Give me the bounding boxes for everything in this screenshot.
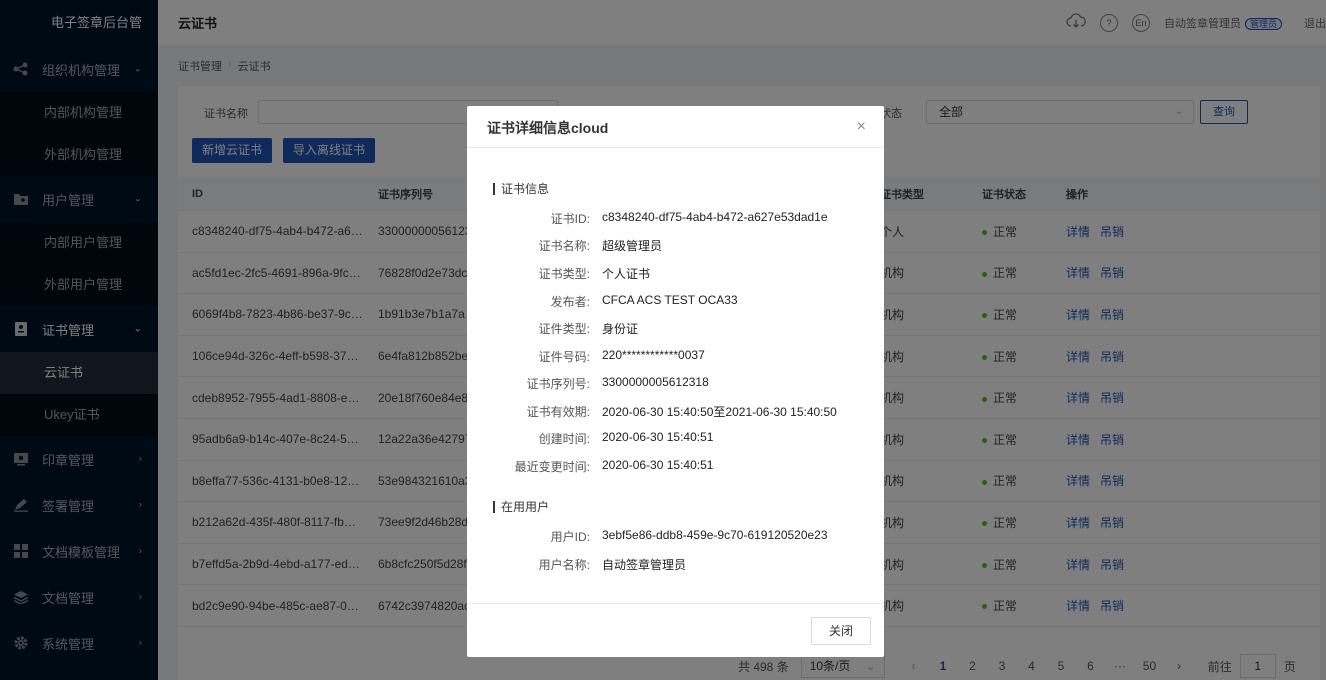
cert-field: 证书ID: c8348240-df75-4ab4-b472-a627e53dad1… <box>467 210 884 230</box>
user-field: 用户名称: 自动签章管理员 <box>467 556 884 576</box>
field-label: 证书ID: <box>550 212 590 226</box>
cert-field: 证书名称: 超级管理员 <box>467 237 884 257</box>
field-value: 3300000005612318 <box>602 375 709 389</box>
field-label: 证书类型: <box>538 267 590 281</box>
field-value: 超级管理员 <box>602 239 663 253</box>
field-label: 创建时间: <box>538 432 590 446</box>
user-field: 用户ID: 3ebf5e86-ddb8-459e-9c70-619120520e2… <box>467 528 884 548</box>
field-value: 3ebf5e86-ddb8-459e-9c70-619120520e23 <box>602 528 828 542</box>
section-user-info: 在用用户 <box>493 501 549 513</box>
cert-field: 发布者: CFCA ACS TEST OCA33 <box>467 293 884 313</box>
field-label: 用户名称: <box>538 558 590 572</box>
dialog-header: 证书详细信息cloud × <box>467 106 884 148</box>
section-cert-info: 证书信息 <box>493 183 549 195</box>
cert-detail-dialog: 证书详细信息cloud × 证书信息证书ID: c8348240-df75-4ab… <box>467 106 884 657</box>
field-value: c8348240-df75-4ab4-b472-a627e53dad1e <box>602 210 828 224</box>
close-icon[interactable]: × <box>857 119 866 135</box>
field-label: 证件类型: <box>538 322 590 336</box>
field-value: CFCA ACS TEST OCA33 <box>602 293 738 307</box>
field-value: 自动签章管理员 <box>602 558 687 572</box>
field-value: 身份证 <box>602 322 639 336</box>
field-label: 最近变更时间: <box>514 460 590 474</box>
dialog-title: 证书详细信息cloud <box>487 120 609 136</box>
close-button[interactable]: 关闭 <box>811 617 871 645</box>
field-value: 个人证书 <box>602 267 651 281</box>
field-value: 2020-06-30 15:40:50至2021-06-30 15:40:50 <box>602 405 837 419</box>
cert-field: 证件类型: 身份证 <box>467 320 884 340</box>
field-value: 220************0037 <box>602 348 705 362</box>
field-label: 证书名称: <box>538 239 590 253</box>
cert-field: 证书有效期: 2020-06-30 15:40:50至2021-06-30 15:… <box>467 403 884 423</box>
field-label: 证件号码: <box>538 350 590 364</box>
cert-field: 最近变更时间: 2020-06-30 15:40:51 <box>467 458 884 478</box>
field-label: 发布者: <box>550 295 590 309</box>
field-value: 2020-06-30 15:40:51 <box>602 458 714 472</box>
cert-field: 证书序列号: 3300000005612318 <box>467 375 884 395</box>
field-label: 证书有效期: <box>526 405 590 419</box>
cert-field: 证件号码: 220************0037 <box>467 348 884 368</box>
cert-field: 创建时间: 2020-06-30 15:40:51 <box>467 430 884 450</box>
field-label: 证书序列号: <box>526 377 590 391</box>
field-value: 2020-06-30 15:40:51 <box>602 430 714 444</box>
field-label: 用户ID: <box>550 530 590 544</box>
cert-field: 证书类型: 个人证书 <box>467 265 884 285</box>
dialog-footer: 关闭 <box>467 603 884 657</box>
